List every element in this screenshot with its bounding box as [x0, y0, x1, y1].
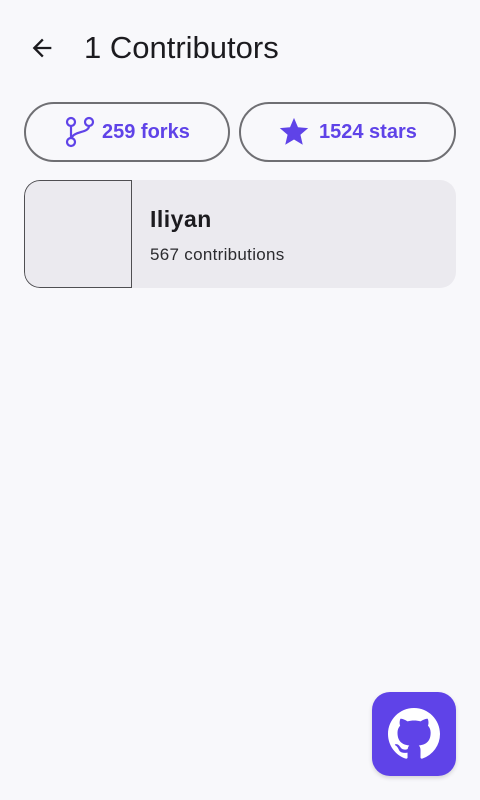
- stars-label: 1524 stars: [319, 120, 417, 143]
- back-button[interactable]: [18, 24, 66, 72]
- contributor-name: Iliyan: [150, 206, 212, 232]
- contributor-card[interactable]: Iliyan 567 contributions: [24, 180, 456, 288]
- contribution-count: 567 contributions: [150, 245, 285, 264]
- top-app-bar: 1 Contributors: [0, 0, 480, 96]
- github-fab-button[interactable]: [372, 692, 456, 776]
- star-icon: [277, 115, 311, 149]
- fork-icon: [62, 115, 96, 149]
- stars-chip[interactable]: 1524 stars: [239, 102, 456, 162]
- forks-chip[interactable]: 259 forks: [24, 102, 230, 162]
- forks-label: 259 forks: [102, 120, 190, 143]
- avatar: [24, 180, 132, 288]
- page-title: 1 Contributors: [84, 30, 279, 65]
- github-icon: [388, 708, 440, 759]
- arrow-back-icon: [32, 38, 52, 58]
